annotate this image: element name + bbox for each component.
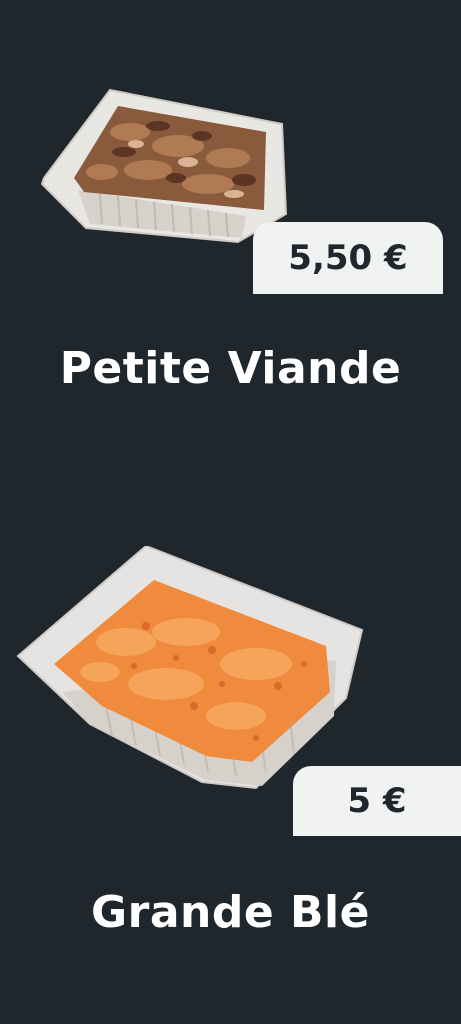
price-tag: 5 € — [293, 766, 461, 836]
menu-screen: 5,50 € Petite Viande 5 € Grande Blé — [0, 0, 461, 1024]
price-label: 5 € — [347, 781, 407, 821]
price-tag: 5,50 € — [253, 222, 443, 294]
product-title: Petite Viande — [59, 343, 402, 394]
meat-tray-icon — [40, 88, 288, 244]
bulgur-tray-icon — [16, 546, 364, 790]
product-card-petite-viande[interactable]: 5,50 € Petite Viande — [0, 0, 461, 470]
product-card-grande-ble[interactable]: 5 € Grande Blé — [0, 520, 461, 1024]
product-title: Grande Blé — [91, 887, 370, 938]
price-label: 5,50 € — [288, 238, 408, 278]
